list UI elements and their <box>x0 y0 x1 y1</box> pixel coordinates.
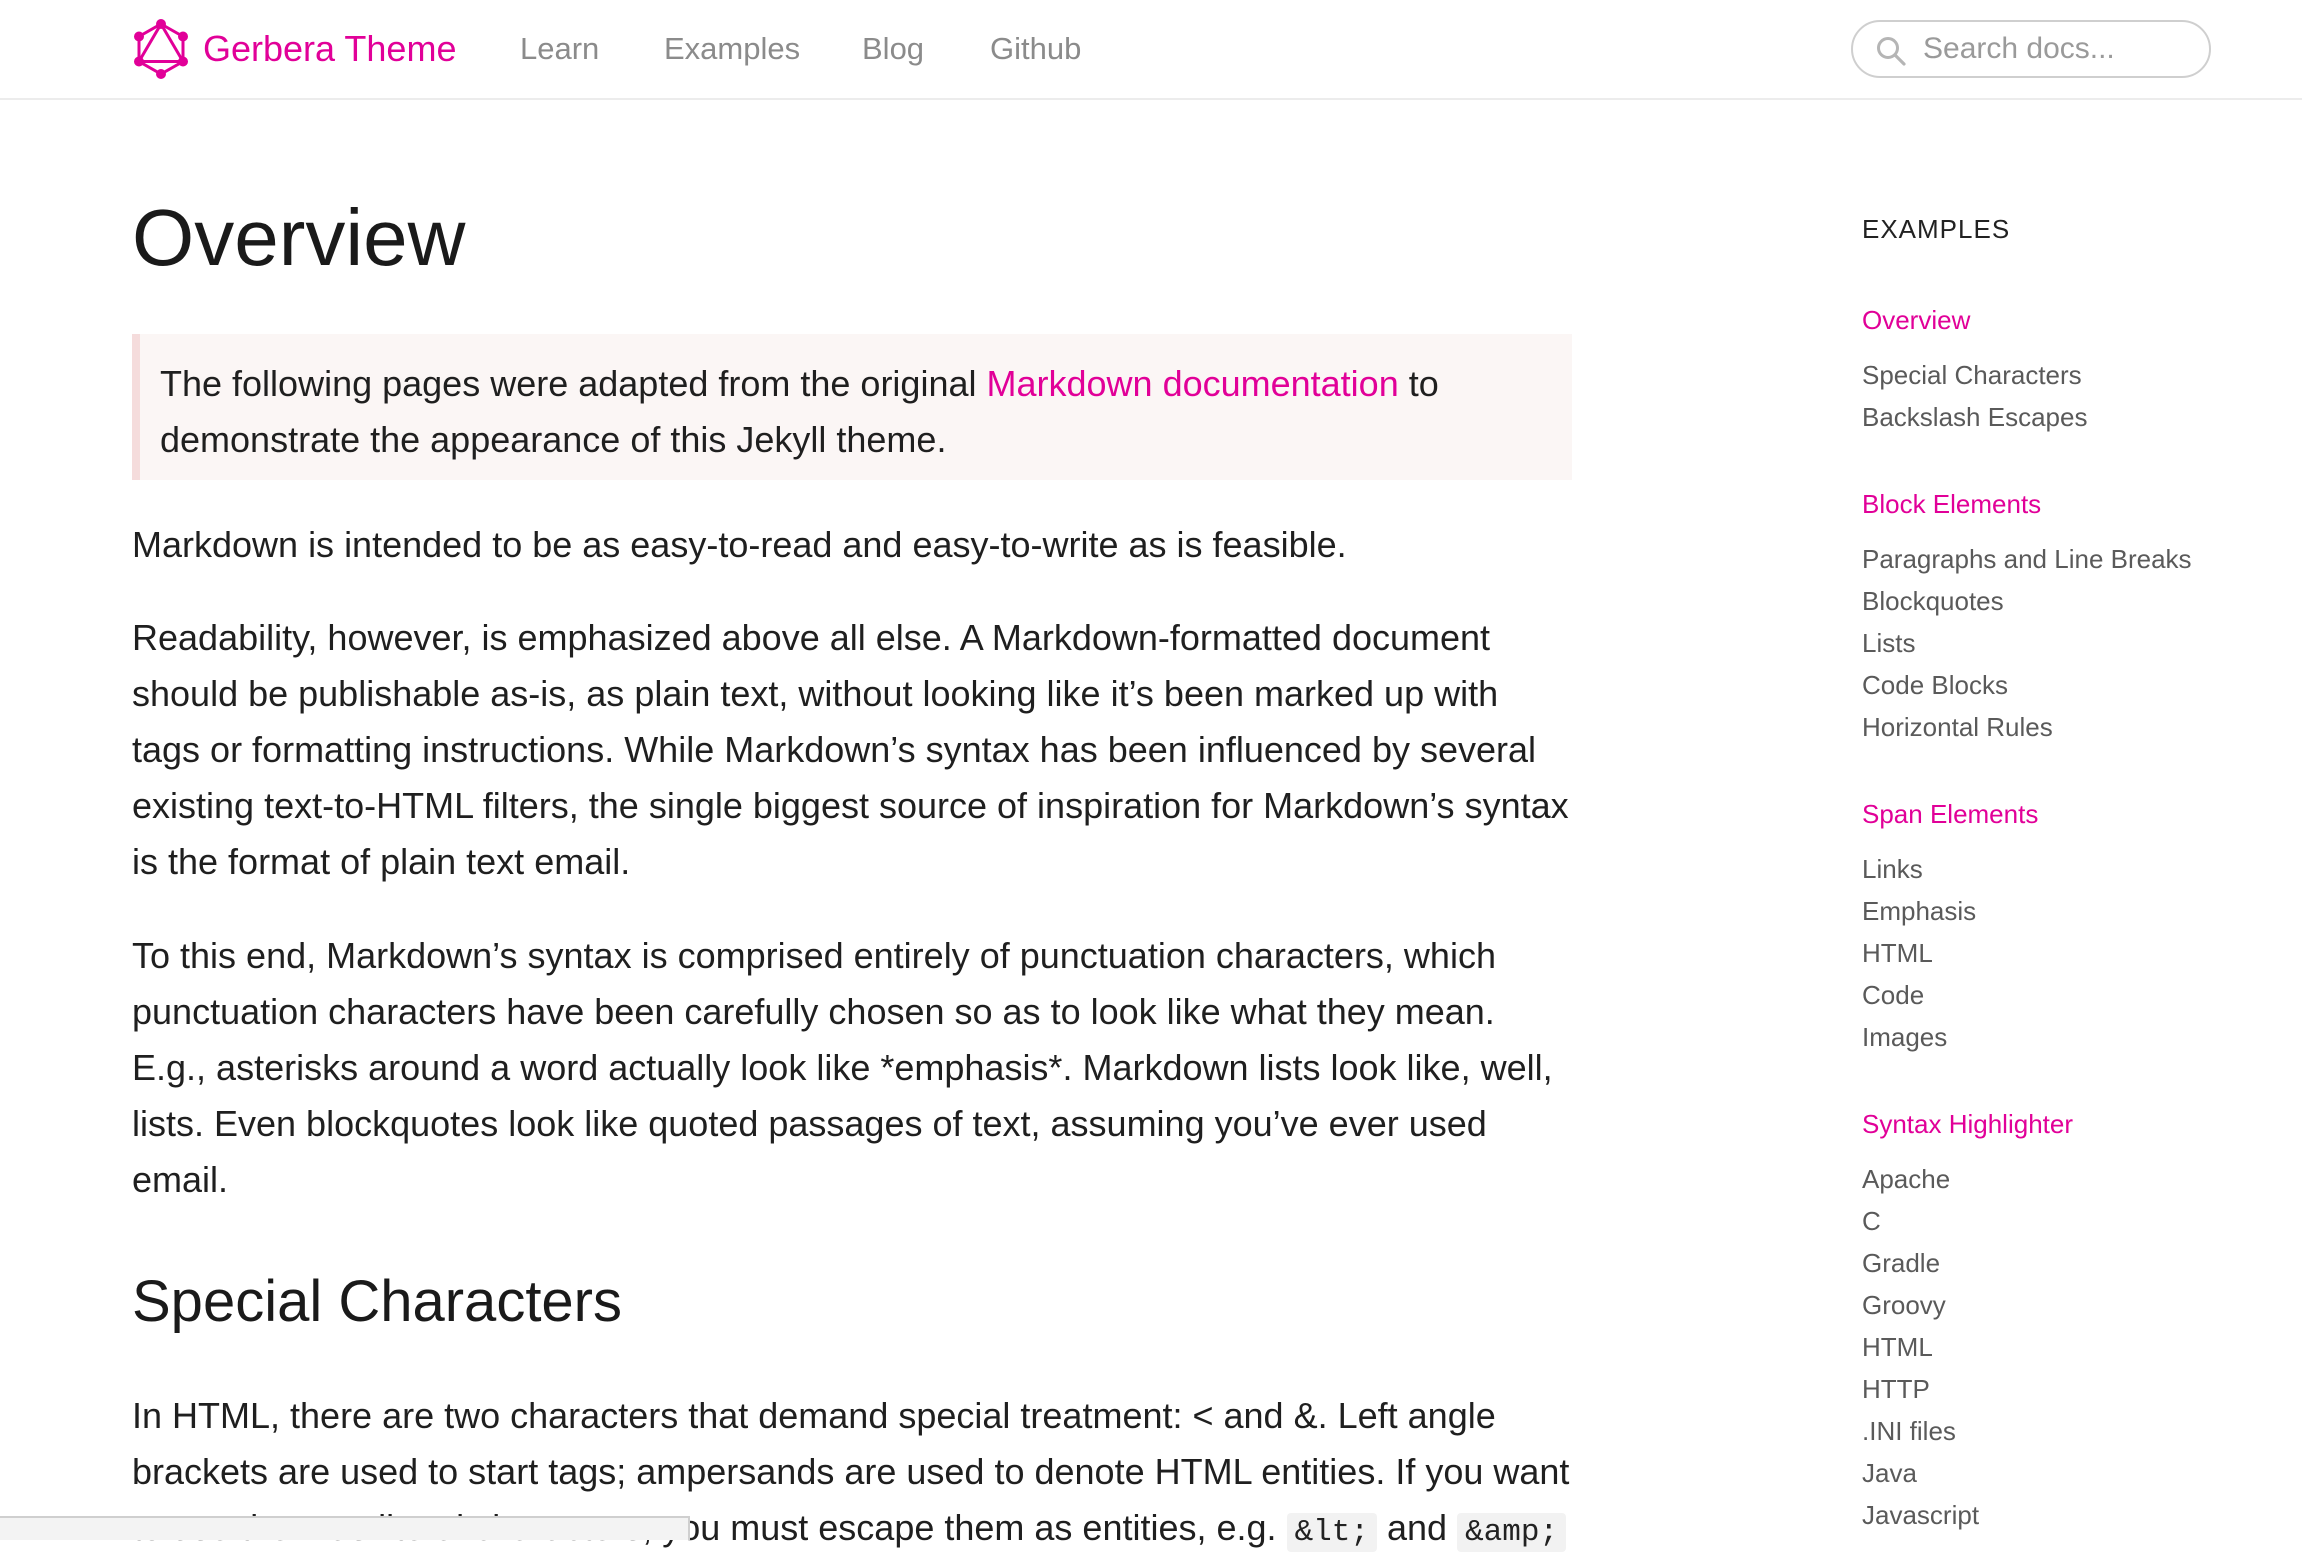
toc-item-backslash-escapes[interactable]: Backslash Escapes <box>1862 399 2087 435</box>
toc-item-horizontal-rules[interactable]: Horizontal Rules <box>1862 709 2053 745</box>
section-title-special-characters: Special Characters <box>132 1269 622 1334</box>
paragraph-2: Readability, however, is emphasized abov… <box>132 617 1569 882</box>
toc-item-overview[interactable]: Overview <box>1862 302 1970 338</box>
top-navbar: Gerbera Theme Learn Examples Blog Github <box>0 0 2302 100</box>
paragraph-3: To this end, Markdown’s syntax is compri… <box>132 935 1553 1200</box>
toc-item-http[interactable]: HTTP <box>1862 1371 1930 1407</box>
toc-item-special-characters[interactable]: Special Characters <box>1862 357 2082 393</box>
graphql-logo-icon[interactable] <box>131 18 191 80</box>
toc-item-links[interactable]: Links <box>1862 851 1923 887</box>
markdown-documentation-link[interactable]: Markdown documentation <box>987 363 1399 404</box>
toc-item-block-elements[interactable]: Block Elements <box>1862 486 2041 522</box>
sidebar-heading: EXAMPLES <box>1862 214 2011 244</box>
toc-item-code[interactable]: Code <box>1862 977 1924 1013</box>
search-icon <box>1875 35 1907 67</box>
toc-item-c[interactable]: C <box>1862 1203 1881 1239</box>
toc-item-images[interactable]: Images <box>1862 1019 1947 1055</box>
toc-item-blockquotes[interactable]: Blockquotes <box>1862 583 2004 619</box>
brand-link[interactable]: Gerbera Theme <box>203 23 456 75</box>
browser-status-bar <box>0 1516 690 1540</box>
toc-item-java[interactable]: Java <box>1862 1455 1917 1491</box>
search-input[interactable] <box>1923 30 2193 68</box>
nav-link-learn[interactable]: Learn <box>520 23 599 75</box>
toc-item-ini-files[interactable]: .INI files <box>1862 1413 1956 1449</box>
intro-note: The following pages were adapted from th… <box>132 334 1572 480</box>
inline-code-amp: &amp; <box>1457 1513 1567 1552</box>
page-title: Overview <box>132 193 466 282</box>
toc-item-emphasis[interactable]: Emphasis <box>1862 893 1976 929</box>
toc-item-html[interactable]: HTML <box>1862 935 1933 971</box>
toc-item-apache[interactable]: Apache <box>1862 1161 1950 1197</box>
toc-item-lists[interactable]: Lists <box>1862 625 1915 661</box>
toc-item-javascript[interactable]: Javascript <box>1862 1497 1979 1533</box>
nav-link-github[interactable]: Github <box>990 23 1081 75</box>
toc-item-syntax-highlighter[interactable]: Syntax Highlighter <box>1862 1106 2073 1142</box>
inline-code-lt: &lt; <box>1286 1513 1377 1552</box>
nav-link-blog[interactable]: Blog <box>862 23 924 75</box>
special-characters-text-mid: and <box>1376 1507 1458 1548</box>
toc-item-paragraphs-and-line-breaks[interactable]: Paragraphs and Line Breaks <box>1862 541 2192 577</box>
toc-item-code-blocks[interactable]: Code Blocks <box>1862 667 2008 703</box>
note-text-start: The following pages were adapted from th… <box>160 363 987 404</box>
nav-link-examples[interactable]: Examples <box>664 23 800 75</box>
toc-item-gradle[interactable]: Gradle <box>1862 1245 1940 1281</box>
toc-item-span-elements[interactable]: Span Elements <box>1862 796 2038 832</box>
toc-item-groovy[interactable]: Groovy <box>1862 1287 1946 1323</box>
toc-item-html-syntax[interactable]: HTML <box>1862 1329 1933 1365</box>
paragraph-1: Markdown is intended to be as easy-to-re… <box>132 524 1347 565</box>
search-box[interactable] <box>1851 20 2211 78</box>
